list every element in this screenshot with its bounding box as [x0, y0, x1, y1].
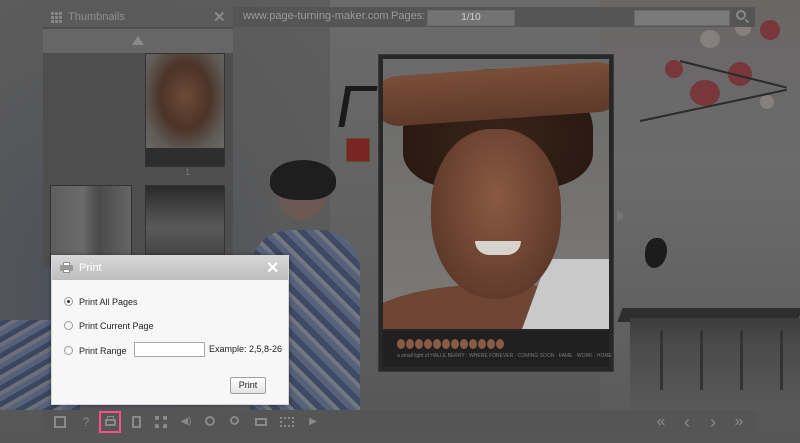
option-label: Print Current Page — [79, 321, 154, 331]
print-dialog-title: Print — [79, 262, 102, 274]
radio-print-current-page[interactable] — [64, 321, 73, 330]
close-icon[interactable]: ✕ — [213, 8, 226, 26]
first-page-icon[interactable]: « — [653, 414, 669, 430]
print-range-input[interactable] — [134, 342, 205, 357]
flower-decoration — [665, 60, 683, 78]
scroll-up-button[interactable] — [43, 29, 233, 53]
print-dialog: Print ✕ Print All Pages Print Current Pa… — [51, 255, 289, 405]
flower-decoration — [760, 95, 774, 109]
thumbnail-page-number: 1 — [185, 167, 191, 177]
help-icon[interactable]: ? — [78, 414, 94, 430]
search-input[interactable] — [634, 10, 730, 26]
arrow-up-icon — [132, 36, 144, 45]
page-caption: a small light of HALLE BERRY · WHERE FOR… — [397, 353, 612, 359]
seal-stamp — [346, 138, 370, 162]
search-icon[interactable] — [736, 10, 746, 20]
range-example-text: Example: 2,5,8-26 — [209, 344, 283, 354]
previous-page-icon[interactable]: ‹ — [679, 413, 695, 431]
document-icon[interactable] — [128, 414, 144, 430]
bottom-toolbar: ? ◀) ▶ « ‹ › » — [43, 410, 755, 434]
zoom-in-icon[interactable] — [203, 414, 219, 430]
page-photo — [383, 59, 609, 329]
swatch-row — [397, 336, 505, 354]
print-button[interactable]: Print — [230, 377, 266, 394]
thumbnails-header: Thumbnails ✕ — [43, 7, 233, 27]
fullscreen-icon[interactable] — [52, 414, 68, 430]
radio-print-all-pages[interactable] — [64, 297, 73, 306]
share-icon[interactable] — [279, 414, 295, 430]
house-decoration — [630, 318, 800, 410]
print-icon[interactable] — [99, 411, 121, 433]
top-bar: www.page-turning-maker.com Pages: 1/10 — [233, 7, 755, 27]
thumbnails-title: Thumbnails — [68, 11, 125, 23]
printer-icon — [60, 262, 73, 273]
calligraphy-decoration — [338, 86, 378, 127]
radio-print-range[interactable] — [64, 346, 73, 355]
pages-label: Pages: — [391, 10, 426, 22]
flower-decoration — [700, 30, 720, 48]
flower-decoration — [690, 80, 720, 106]
next-page-icon[interactable]: › — [705, 413, 721, 431]
page-number-input[interactable]: 1/10 — [427, 10, 515, 26]
thumbnails-panel: Thumbnails ✕ 1 — [43, 7, 233, 269]
close-icon[interactable]: ✕ — [266, 258, 279, 278]
grid-icon — [51, 12, 62, 23]
sound-icon[interactable]: ◀) — [178, 414, 194, 430]
last-page-icon[interactable]: » — [731, 414, 747, 430]
option-label: Print Range — [79, 346, 127, 356]
search-icon[interactable] — [228, 414, 244, 430]
page-next-arrow-icon[interactable] — [617, 210, 624, 222]
flower-decoration — [760, 20, 780, 40]
book-page[interactable]: a small light of HALLE BERRY · WHERE FOR… — [378, 54, 614, 372]
print-dialog-header: Print ✕ — [52, 256, 288, 280]
thumbnails-icon[interactable] — [153, 414, 169, 430]
option-label: Print All Pages — [79, 297, 138, 307]
thumbnail-page-1[interactable] — [145, 53, 225, 167]
site-url[interactable]: www.page-turning-maker.com — [243, 10, 389, 22]
page-footer-strip: a small light of HALLE BERRY · WHERE FOR… — [383, 331, 612, 367]
autoplay-icon[interactable]: ▶ — [305, 414, 321, 430]
email-icon[interactable] — [253, 414, 269, 430]
